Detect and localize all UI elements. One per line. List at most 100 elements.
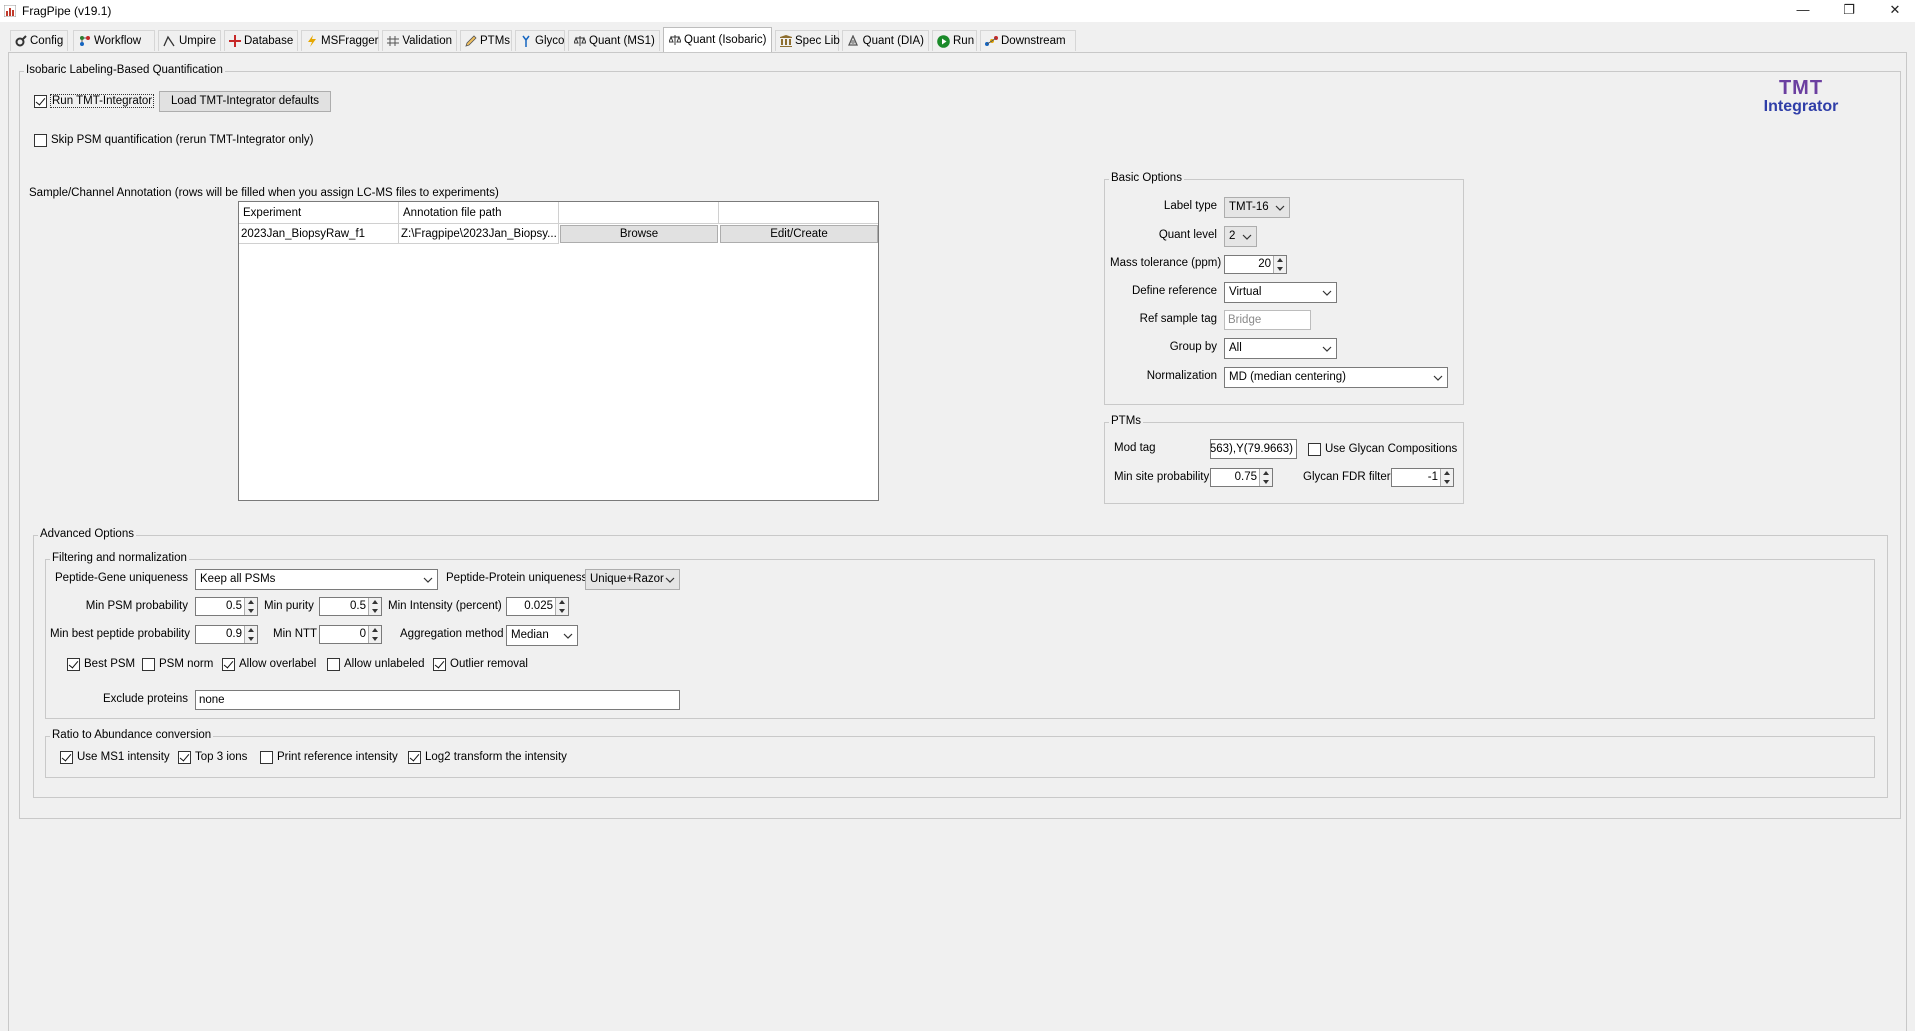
- checkbox-box[interactable]: [34, 94, 47, 108]
- min-intensity-spinner[interactable]: 0.025: [506, 597, 569, 616]
- ref-sample-tag-label: Ref sample tag: [1139, 313, 1217, 325]
- log2-transform-checkbox[interactable]: Log2 transform the intensity: [408, 749, 567, 765]
- group-by-select[interactable]: All: [1224, 338, 1337, 359]
- checkbox-label: Skip PSM quantification (rerun TMT-Integ…: [51, 134, 314, 146]
- min-best-peptide-probability-spinner[interactable]: 0.9: [195, 625, 258, 644]
- mass-tolerance-spinner[interactable]: 20: [1224, 255, 1287, 274]
- tab-quant-isobaric[interactable]: Quant (Isobaric): [663, 27, 772, 52]
- psm-norm-checkbox[interactable]: PSM norm: [142, 656, 213, 672]
- title-bar: FragPipe (v19.1) — ❐ ✕: [0, 0, 1915, 22]
- experiment-cell[interactable]: 2023Jan_BiopsyRaw_f1: [239, 224, 399, 244]
- checkbox-box[interactable]: [222, 657, 235, 671]
- group-legend: Ratio to Abundance conversion: [50, 729, 214, 741]
- column-header[interactable]: [559, 202, 719, 224]
- tab-quant-ms1[interactable]: Quant (MS1): [568, 30, 660, 51]
- checkbox-box[interactable]: [433, 657, 446, 671]
- checkbox-box[interactable]: [1308, 442, 1321, 456]
- fragpipe-app-icon: [4, 5, 16, 17]
- peptide-gene-uniqueness-select[interactable]: Keep all PSMs: [195, 569, 438, 590]
- column-header[interactable]: Annotation file path: [399, 202, 559, 224]
- tab-downstream[interactable]: Downstream: [980, 30, 1076, 51]
- spinner-arrows-icon[interactable]: [368, 598, 381, 615]
- checkbox-box[interactable]: [178, 750, 191, 764]
- aggregation-method-select[interactable]: Median: [506, 625, 578, 646]
- run-tmt-integrator-checkbox[interactable]: Run TMT-Integrator: [34, 93, 155, 109]
- column-header[interactable]: Experiment: [239, 202, 399, 224]
- minimize-button[interactable]: —: [1780, 0, 1826, 22]
- normalization-select[interactable]: MD (median centering): [1224, 367, 1448, 388]
- checkbox-box[interactable]: [327, 657, 340, 671]
- restore-button[interactable]: ❐: [1826, 0, 1872, 22]
- edit-create-button[interactable]: Edit/Create: [720, 225, 878, 243]
- tab-database[interactable]: Database: [224, 30, 298, 51]
- spinner-value: 0.5: [226, 600, 242, 612]
- top-3-ions-checkbox[interactable]: Top 3 ions: [178, 749, 247, 765]
- allow-overlabel-checkbox[interactable]: Allow overlabel: [222, 656, 316, 672]
- tab-label: Quant (DIA): [862, 35, 924, 47]
- use-glycan-compositions-checkbox[interactable]: Use Glycan Compositions: [1308, 441, 1457, 457]
- chevron-down-icon: [1242, 234, 1252, 240]
- spinner-arrows-icon[interactable]: [1440, 469, 1453, 486]
- define-reference-label: Define reference: [1131, 285, 1217, 297]
- checkbox-label: Use MS1 intensity: [77, 751, 170, 763]
- tab-glyco[interactable]: Glyco: [515, 30, 565, 51]
- annotation-caption: Sample/Channel Annotation (rows will be …: [29, 187, 499, 199]
- tab-run[interactable]: Run: [932, 30, 977, 51]
- tab-validation[interactable]: Validation: [382, 30, 457, 51]
- tab-label: Workflow: [94, 35, 142, 47]
- checkbox-box[interactable]: [408, 750, 421, 764]
- outlier-removal-checkbox[interactable]: Outlier removal: [433, 656, 528, 672]
- browse-button[interactable]: Browse: [560, 225, 718, 243]
- select-value: Keep all PSMs: [200, 573, 276, 585]
- annotation-path-cell[interactable]: Z:\Fragpipe\2023Jan_Biopsy...: [399, 224, 559, 244]
- spinner-arrows-icon[interactable]: [1273, 256, 1286, 273]
- tab-config[interactable]: Config: [10, 30, 68, 51]
- tab-ptms[interactable]: PTMs: [460, 30, 512, 51]
- group-legend: Basic Options: [1109, 172, 1184, 184]
- min-psm-probability-spinner[interactable]: 0.5: [195, 597, 258, 616]
- print-reference-intensity-checkbox[interactable]: Print reference intensity: [260, 749, 398, 765]
- define-reference-select[interactable]: Virtual: [1224, 282, 1337, 303]
- tab-workflow[interactable]: Workflow: [73, 30, 155, 51]
- exclude-proteins-input[interactable]: none: [195, 690, 680, 710]
- checkbox-box[interactable]: [260, 750, 273, 764]
- column-header[interactable]: [719, 202, 878, 224]
- min-ntt-spinner[interactable]: 0: [319, 625, 382, 644]
- checkbox-box[interactable]: [142, 657, 155, 671]
- best-psm-checkbox[interactable]: Best PSM: [67, 656, 135, 672]
- tab-msfragger[interactable]: MSFragger: [301, 30, 379, 51]
- ref-sample-tag-input[interactable]: Bridge: [1224, 310, 1311, 330]
- workflow-icon: [78, 35, 91, 48]
- tab-umpire[interactable]: Umpire: [158, 30, 221, 51]
- tab-label: Run: [953, 35, 975, 47]
- min-purity-spinner[interactable]: 0.5: [319, 597, 382, 616]
- mod-tag-input[interactable]: 563),Y(79.9663): [1210, 439, 1297, 459]
- spinner-arrows-icon[interactable]: [244, 598, 257, 615]
- checkbox-box[interactable]: [60, 750, 73, 764]
- allow-unlabeled-checkbox[interactable]: Allow unlabeled: [327, 656, 425, 672]
- group-legend: Filtering and normalization: [50, 552, 189, 564]
- skip-psm-quant-checkbox[interactable]: Skip PSM quantification (rerun TMT-Integ…: [34, 132, 313, 148]
- spinner-value: 0.5: [350, 600, 366, 612]
- spinner-arrows-icon[interactable]: [1259, 469, 1272, 486]
- spinner-arrows-icon[interactable]: [244, 626, 257, 643]
- label-type-select[interactable]: TMT-16: [1224, 197, 1290, 218]
- checkbox-box[interactable]: [34, 133, 47, 147]
- tab-spec-lib[interactable]: Spec Lib: [775, 30, 840, 51]
- load-tmt-defaults-button[interactable]: Load TMT-Integrator defaults: [159, 91, 331, 112]
- min-site-probability-spinner[interactable]: 0.75: [1210, 468, 1273, 487]
- tab-quant-dia[interactable]: Quant (DIA): [842, 30, 929, 51]
- close-button[interactable]: ✕: [1872, 0, 1915, 22]
- peptide-protein-uniqueness-select[interactable]: Unique+Razor: [585, 569, 680, 590]
- select-value: Median: [511, 629, 549, 641]
- group-legend: PTMs: [1109, 415, 1144, 427]
- min-ntt-label: Min NTT: [273, 628, 318, 640]
- spinner-arrows-icon[interactable]: [555, 598, 568, 615]
- quant-level-select[interactable]: 2: [1224, 226, 1257, 247]
- spinner-arrows-icon[interactable]: [368, 626, 381, 643]
- select-value: 2: [1229, 230, 1236, 242]
- checkbox-box[interactable]: [67, 657, 80, 671]
- use-ms1-intensity-checkbox[interactable]: Use MS1 intensity: [60, 749, 170, 765]
- normalization-label: Normalization: [1146, 370, 1217, 382]
- glycan-fdr-spinner[interactable]: -1: [1391, 468, 1454, 487]
